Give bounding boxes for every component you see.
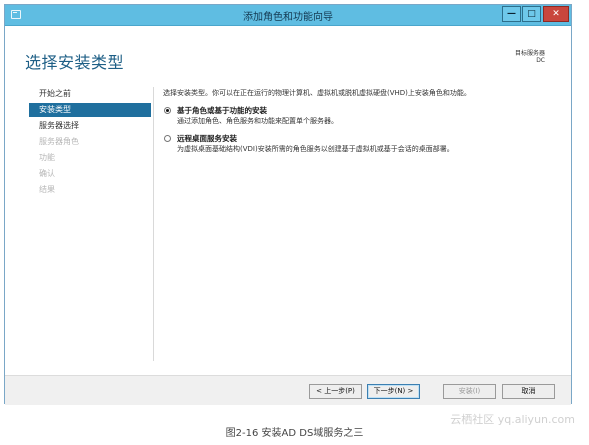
option-role-based-title[interactable]: 基于角色或基于功能的安装 xyxy=(177,106,563,116)
window-title: 添加角色和功能向导 xyxy=(243,12,333,23)
content-panel: 选择安装类型。你可以在正在运行的物理计算机、虚拟机或脱机虚拟硬盘(VHD)上安装… xyxy=(163,88,563,154)
nav-item-server-selection[interactable]: 服务器选择 xyxy=(29,119,151,133)
next-button[interactable]: 下一步(N) > xyxy=(367,384,420,399)
target-server-value: DC xyxy=(536,57,545,64)
target-server-label: 目标服务器 xyxy=(514,50,545,57)
nav-item-confirmation: 确认 xyxy=(39,169,55,178)
footer-bar: < 上一步(P) 下一步(N) > 安装(I) 取消 xyxy=(5,375,571,405)
option-remote-desktop-description: 为虚拟桌面基础结构(VDI)安装所需的角色服务以创建基于虚拟机或基于会话的桌面部… xyxy=(177,145,454,153)
option-remote-desktop-title[interactable]: 远程桌面服务安装 xyxy=(177,134,563,144)
nav-item-features: 功能 xyxy=(39,153,55,162)
nav-item-before-you-begin[interactable]: 开始之前 xyxy=(29,87,151,101)
option-role-based-description: 通过添加角色、角色服务和功能来配置单个服务器。 xyxy=(177,117,338,125)
wizard-nav: 开始之前 安装类型 服务器选择 服务器角色 功能 确认 结果 xyxy=(29,87,151,199)
install-button: 安装(I) xyxy=(443,384,496,399)
minimize-button[interactable]: — xyxy=(502,6,521,22)
nav-item-installation-type[interactable]: 安装类型 xyxy=(29,103,151,117)
radio-role-based[interactable] xyxy=(164,107,171,114)
option-role-based-install[interactable]: 基于角色或基于功能的安装 通过添加角色、角色服务和功能来配置单个服务器。 xyxy=(163,106,563,126)
cancel-button[interactable]: 取消 xyxy=(502,384,555,399)
installation-type-description: 选择安装类型。你可以在正在运行的物理计算机、虚拟机或脱机虚拟硬盘(VHD)上安装… xyxy=(163,89,471,97)
previous-button[interactable]: < 上一步(P) xyxy=(309,384,362,399)
nav-item-results: 结果 xyxy=(39,185,55,194)
radio-remote-desktop[interactable] xyxy=(164,135,171,142)
title-bar[interactable]: 添加角色和功能向导 — □ ✕ xyxy=(5,5,571,26)
nav-divider xyxy=(153,87,154,361)
page-title: 选择安装类型 xyxy=(25,53,125,72)
figure-caption: 图2-16 安装AD DS域服务之三 xyxy=(225,428,364,439)
nav-item-server-roles: 服务器角色 xyxy=(39,137,79,146)
close-button[interactable]: ✕ xyxy=(543,6,569,22)
maximize-button[interactable]: □ xyxy=(522,6,541,22)
option-remote-desktop-install[interactable]: 远程桌面服务安装 为虚拟桌面基础结构(VDI)安装所需的角色服务以创建基于虚拟机… xyxy=(163,134,563,154)
wizard-window: 添加角色和功能向导 — □ ✕ 选择安装类型 目标服务器 DC 开始之前 安装类… xyxy=(4,4,572,405)
